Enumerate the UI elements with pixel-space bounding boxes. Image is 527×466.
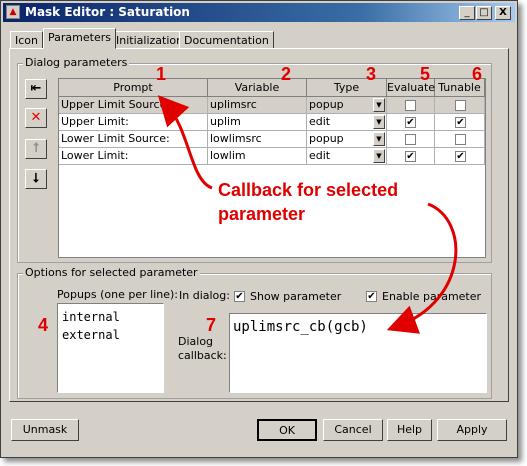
arrow-to-callback	[386, 202, 458, 334]
tab-parameters[interactable]: Parameters	[43, 28, 116, 49]
arrow-to-selected-row	[157, 95, 213, 190]
annotation-arrows	[157, 95, 458, 334]
